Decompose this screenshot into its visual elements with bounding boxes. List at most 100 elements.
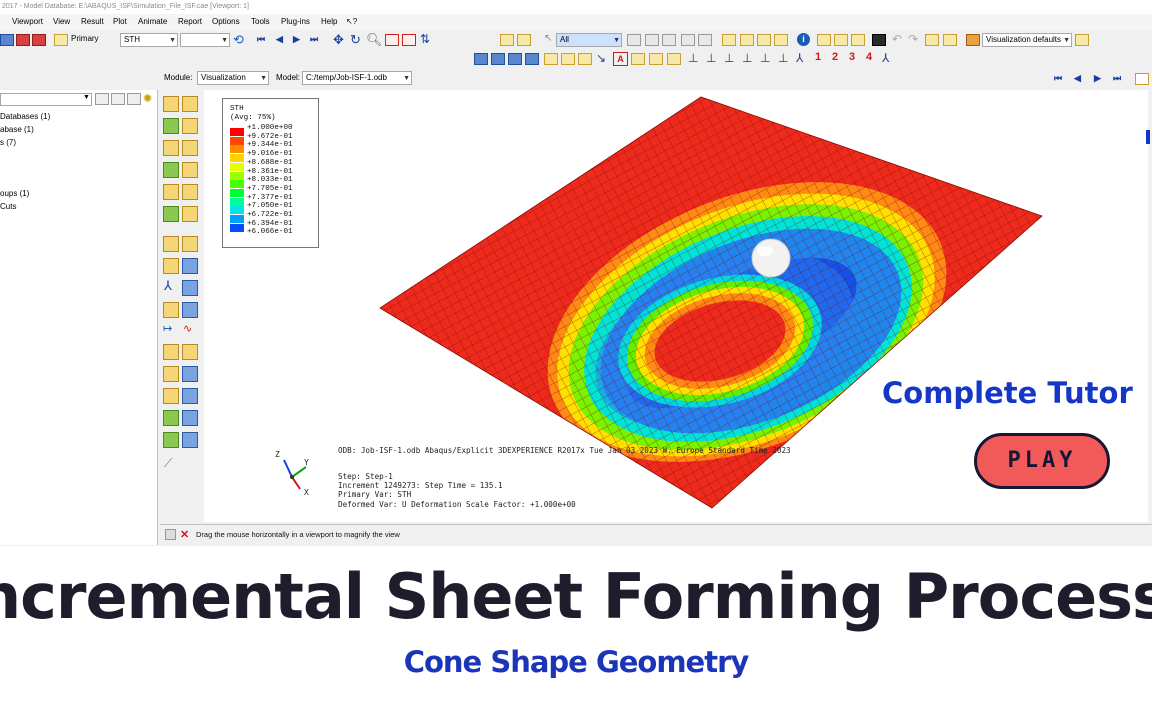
triad-3-icon[interactable]: ⊥: [724, 51, 734, 65]
next-frame-icon[interactable]: ▶: [1094, 73, 1101, 84]
field-output-icon[interactable]: [54, 34, 68, 46]
menu-report[interactable]: Report: [178, 14, 202, 30]
path-manager-icon[interactable]: [182, 302, 198, 318]
front-view-icon[interactable]: [698, 34, 712, 46]
undo-icon[interactable]: ↶: [892, 32, 902, 46]
menu-result[interactable]: Result: [81, 14, 104, 30]
menu-help[interactable]: Help: [321, 14, 337, 30]
perspective-icon[interactable]: [872, 34, 886, 46]
triad-axes-icon[interactable]: ⅄: [882, 51, 889, 65]
plot-symbols-icon[interactable]: [163, 140, 179, 156]
menu-animate[interactable]: Animate: [138, 14, 167, 30]
module-select[interactable]: Visualization ▼: [197, 71, 269, 85]
refresh-icon[interactable]: ⟲: [233, 32, 244, 48]
chevron-down-icon[interactable]: ▼: [83, 94, 90, 101]
record-icon[interactable]: [16, 34, 30, 46]
plot-deformed-icon[interactable]: [182, 96, 198, 112]
create-display-group-icon[interactable]: [163, 344, 179, 360]
rotate-icon[interactable]: ↻: [350, 32, 361, 48]
tree-item-database[interactable]: abase (1): [0, 125, 34, 134]
tree-item-view-cuts[interactable]: Cuts: [0, 202, 16, 211]
plot-contours-both-icon[interactable]: [163, 162, 179, 178]
orientation-options-icon[interactable]: [182, 184, 198, 200]
active-steps-frames-icon[interactable]: [163, 432, 179, 448]
select-from-viewport-icon[interactable]: [627, 34, 641, 46]
layout-2-icon[interactable]: [491, 53, 505, 65]
menu-options[interactable]: Options: [212, 14, 240, 30]
component-select[interactable]: ▼: [180, 33, 230, 47]
view-cut-icon[interactable]: [163, 366, 179, 382]
paste-icon[interactable]: [662, 34, 676, 46]
first-frame-icon[interactable]: ⏮: [257, 34, 265, 45]
tree-filter-icon[interactable]: [95, 93, 109, 105]
layout-3-icon[interactable]: [508, 53, 522, 65]
view-cube-1-icon[interactable]: [722, 34, 736, 46]
field-output-select[interactable]: STH ▼: [120, 33, 178, 47]
first-frame-icon[interactable]: ⏮: [1054, 73, 1062, 84]
menu-view[interactable]: View: [53, 14, 70, 30]
view-cube-3-icon[interactable]: [757, 34, 771, 46]
cube-options-icon[interactable]: [1075, 34, 1089, 46]
isometric-view-icon[interactable]: [681, 34, 695, 46]
viewport-2-button[interactable]: 2: [832, 51, 838, 63]
symbol-options-icon[interactable]: [163, 184, 179, 200]
xy-data-manager-icon[interactable]: [182, 280, 198, 296]
free-body-manager-icon[interactable]: [182, 388, 198, 404]
menu-tools[interactable]: Tools: [251, 14, 270, 30]
table-icon[interactable]: [667, 53, 681, 65]
render-style-2-icon[interactable]: [834, 34, 848, 46]
menu-plot[interactable]: Plot: [113, 14, 127, 30]
view-cube-2-icon[interactable]: [740, 34, 754, 46]
render-style-1-icon[interactable]: [817, 34, 831, 46]
stop-icon[interactable]: [32, 34, 46, 46]
expand-tree-icon[interactable]: [111, 93, 125, 105]
triad-4-icon[interactable]: ⊥: [742, 51, 752, 65]
layout-4-icon[interactable]: [525, 53, 539, 65]
grid-icon[interactable]: [649, 53, 663, 65]
auto-fit-icon[interactable]: [402, 34, 416, 46]
plot-xy-icon[interactable]: ∿: [183, 322, 192, 335]
collapse-tree-icon[interactable]: [127, 93, 141, 105]
info-icon[interactable]: i: [797, 33, 810, 46]
common-options-icon[interactable]: [943, 34, 957, 46]
triad-5-icon[interactable]: ⊥: [760, 51, 770, 65]
open-icon[interactable]: [0, 34, 14, 46]
next-frame-icon[interactable]: ▶: [293, 34, 300, 45]
triad-7-icon[interactable]: ⅄: [796, 51, 803, 65]
options-icon[interactable]: [925, 34, 939, 46]
superimpose-options-icon[interactable]: [182, 206, 198, 222]
triad-6-icon[interactable]: ⊥: [778, 51, 788, 65]
tree-filter-input[interactable]: [0, 93, 92, 106]
triad-1-icon[interactable]: ⊥: [688, 51, 698, 65]
cycle-views-icon[interactable]: ⇅: [420, 32, 430, 46]
display-group-manager-icon[interactable]: [182, 344, 198, 360]
visualization-defaults-select[interactable]: Visualization defaults ▼: [982, 33, 1072, 47]
movie-icon[interactable]: [561, 53, 575, 65]
copy-icon[interactable]: [645, 34, 659, 46]
create-path-icon[interactable]: [163, 302, 179, 318]
selection-filter-select[interactable]: All ▼: [556, 33, 622, 47]
tree-item-display-groups[interactable]: oups (1): [0, 189, 29, 198]
redo-icon[interactable]: ↷: [908, 32, 918, 46]
plot-material-orientations-icon[interactable]: [182, 140, 198, 156]
viewport-3-button[interactable]: 3: [849, 51, 855, 63]
query-icon[interactable]: [500, 34, 514, 46]
cancel-procedure-icon[interactable]: ✕: [180, 525, 189, 545]
arrow-annotation-icon[interactable]: ↘: [596, 51, 606, 65]
select-pointer-icon[interactable]: ↖: [544, 33, 552, 44]
plot-contours-deformed-icon[interactable]: [182, 118, 198, 134]
create-stream-icon[interactable]: [163, 410, 179, 426]
animation-options-icon[interactable]: [182, 258, 198, 274]
create-xy-data-icon[interactable]: ⅄: [164, 278, 172, 294]
magnify-icon[interactable]: 🔍︎: [366, 32, 383, 48]
pan-icon[interactable]: ✥: [333, 32, 344, 48]
context-help-icon[interactable]: ↖?: [346, 14, 357, 30]
plot-contours-undeformed-icon[interactable]: [163, 118, 179, 134]
visualization-defaults-icon[interactable]: [966, 34, 980, 46]
animate-time-history-icon[interactable]: [182, 236, 198, 252]
menu-viewport[interactable]: Viewport: [12, 14, 43, 30]
lightbulb-icon[interactable]: ✺: [143, 92, 152, 105]
step-frame-icon[interactable]: [182, 432, 198, 448]
zoom-box-icon[interactable]: [385, 34, 399, 46]
animate-scale-factor-icon[interactable]: [163, 236, 179, 252]
